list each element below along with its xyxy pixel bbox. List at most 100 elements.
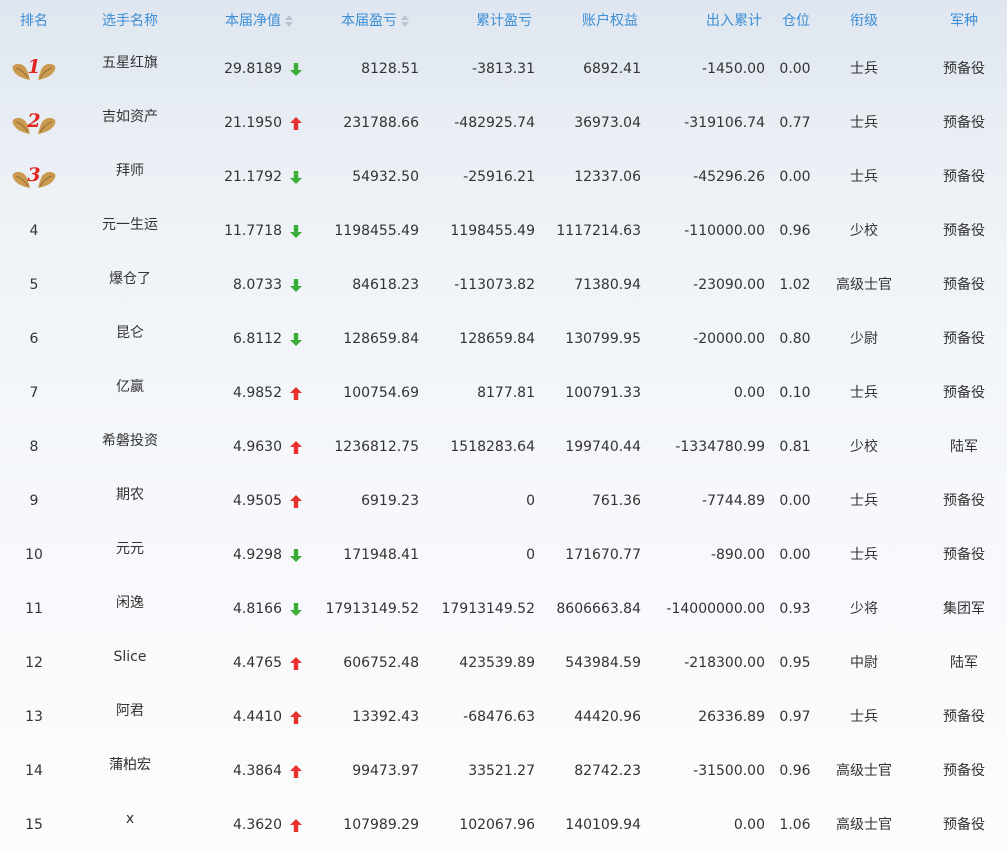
table-row[interactable]: 12 Slice 4.4765 606752.48 423539.89 5439… — [0, 636, 1007, 690]
player-name[interactable]: 亿赢 — [80, 366, 180, 420]
player-name[interactable]: 希磐投资 — [80, 420, 180, 474]
table-row[interactable]: 7 亿赢 4.9852 100754.69 8177.81 100791.33 … — [0, 366, 1007, 420]
cum-pnl-value: 423539.89 — [459, 655, 535, 671]
player-name[interactable]: 蒲柏宏 — [80, 744, 180, 798]
medal-wings-icon: 1 — [11, 53, 57, 83]
cum-pnl-value: 17913149.52 — [441, 601, 535, 617]
player-name[interactable]: 元元 — [80, 528, 180, 582]
header-nav[interactable]: 本届净值 — [225, 0, 293, 42]
inout-value: -319106.74 — [684, 115, 765, 131]
position-value: 1.02 — [779, 277, 811, 293]
header-position[interactable]: 仓位 — [782, 0, 810, 42]
inout-value: -110000.00 — [684, 223, 765, 239]
cum-pnl-value: -68476.63 — [463, 709, 535, 725]
rank-number: 14 — [25, 763, 43, 779]
cum-pnl-value: 0 — [526, 493, 535, 509]
player-name[interactable]: x — [80, 798, 180, 852]
ranking-table: 排名 选手名称 本届净值 本届盈亏 累计盈亏 账户权益 出入累计 仓位 衔级 军… — [0, 0, 1007, 852]
grade-value: 士兵 — [850, 385, 878, 401]
position-value: 0.00 — [779, 61, 811, 77]
player-name[interactable]: 五星红旗 — [80, 42, 180, 96]
equity-value: 82742.23 — [574, 763, 641, 779]
player-name[interactable]: 吉如资产 — [80, 96, 180, 150]
player-name[interactable]: Slice — [80, 636, 180, 690]
position-value: 0.77 — [779, 115, 811, 131]
table-row[interactable]: 9 期农 4.9505 6919.23 0 761.36 -7744.89 0.… — [0, 474, 1007, 528]
branch-value: 预备役 — [943, 709, 985, 725]
rank-number: 11 — [25, 601, 43, 617]
nav-value: 6.8112 — [233, 331, 282, 347]
header-nav-label: 本届净值 — [225, 13, 281, 29]
table-row[interactable]: 3 拜师 21.1792 54932.50 -25916.21 12337.06… — [0, 150, 1007, 204]
cum-pnl-value: 1198455.49 — [450, 223, 535, 239]
table-row[interactable]: 4 元一生运 11.7718 1198455.49 1198455.49 111… — [0, 204, 1007, 258]
player-name[interactable]: 期农 — [80, 474, 180, 528]
table-row[interactable]: 5 爆仓了 8.0733 84618.23 -113073.82 71380.9… — [0, 258, 1007, 312]
branch-value: 陆军 — [950, 439, 978, 455]
player-name[interactable]: 拜师 — [80, 150, 180, 204]
cum-pnl-value: -25916.21 — [463, 169, 535, 185]
player-name[interactable]: 阿君 — [80, 690, 180, 744]
table-row[interactable]: 6 昆仑 6.8112 128659.84 128659.84 130799.9… — [0, 312, 1007, 366]
player-name[interactable]: 爆仓了 — [80, 258, 180, 312]
rank-number: 10 — [25, 547, 43, 563]
inout-value: -218300.00 — [684, 655, 765, 671]
branch-value: 预备役 — [943, 115, 985, 131]
pnl-value: 6919.23 — [361, 493, 419, 509]
nav-value: 4.9298 — [233, 547, 282, 563]
header-name[interactable]: 选手名称 — [102, 0, 158, 42]
nav-value: 21.1950 — [224, 115, 282, 131]
branch-value: 预备役 — [943, 277, 985, 293]
inout-value: -1450.00 — [702, 61, 765, 77]
table-row[interactable]: 2 吉如资产 21.1950 231788.66 -482925.74 3697… — [0, 96, 1007, 150]
header-cum-pnl[interactable]: 累计盈亏 — [476, 0, 532, 42]
equity-value: 1117214.63 — [556, 223, 641, 239]
player-name[interactable]: 闲逸 — [80, 582, 180, 636]
inout-value: 0.00 — [733, 817, 765, 833]
cum-pnl-value: -113073.82 — [454, 277, 535, 293]
header-rank[interactable]: 排名 — [20, 0, 48, 42]
inout-value: -14000000.00 — [666, 601, 765, 617]
medal-rank-number: 2 — [26, 110, 40, 132]
header-branch[interactable]: 军种 — [950, 0, 978, 42]
table-row[interactable]: 10 元元 4.9298 171948.41 0 171670.77 -890.… — [0, 528, 1007, 582]
player-name[interactable]: 昆仑 — [80, 312, 180, 366]
header-inout[interactable]: 出入累计 — [706, 0, 762, 42]
header-grade[interactable]: 衔级 — [850, 0, 878, 42]
header-equity[interactable]: 账户权益 — [582, 0, 638, 42]
inout-value: -23090.00 — [693, 277, 765, 293]
table-row[interactable]: 11 闲逸 4.8166 17913149.52 17913149.52 860… — [0, 582, 1007, 636]
position-value: 0.81 — [779, 439, 811, 455]
grade-value: 高级士官 — [836, 817, 892, 833]
nav-value: 4.8166 — [233, 601, 282, 617]
cum-pnl-value: 102067.96 — [459, 817, 535, 833]
player-name[interactable]: 元一生运 — [80, 204, 180, 258]
medal-wings-icon: 3 — [11, 161, 57, 191]
equity-value: 100791.33 — [565, 385, 641, 401]
nav-value: 29.8189 — [224, 61, 282, 77]
table-row[interactable]: 8 希磐投资 4.9630 1236812.75 1518283.64 1997… — [0, 420, 1007, 474]
inout-value: -20000.00 — [693, 331, 765, 347]
position-value: 0.95 — [779, 655, 811, 671]
branch-value: 预备役 — [943, 223, 985, 239]
nav-value: 4.3620 — [233, 817, 282, 833]
rank-number: 8 — [29, 439, 39, 455]
branch-value: 预备役 — [943, 547, 985, 563]
table-row[interactable]: 14 蒲柏宏 4.3864 99473.97 33521.27 82742.23… — [0, 744, 1007, 798]
equity-value: 71380.94 — [574, 277, 641, 293]
position-value: 0.10 — [779, 385, 811, 401]
table-row[interactable]: 13 阿君 4.4410 13392.43 -68476.63 44420.96… — [0, 690, 1007, 744]
equity-value: 36973.04 — [574, 115, 641, 131]
equity-value: 171670.77 — [565, 547, 641, 563]
header-pnl[interactable]: 本届盈亏 — [341, 0, 409, 42]
pnl-value: 17913149.52 — [325, 601, 419, 617]
rank-number: 15 — [25, 817, 43, 833]
branch-value: 预备役 — [943, 493, 985, 509]
table-row[interactable]: 1 五星红旗 29.8189 8128.51 -3813.31 6892.41 … — [0, 42, 1007, 96]
cum-pnl-value: -3813.31 — [472, 61, 535, 77]
rank-number: 4 — [29, 223, 39, 239]
pnl-value: 84618.23 — [352, 277, 419, 293]
grade-value: 士兵 — [850, 709, 878, 725]
pnl-value: 171948.41 — [343, 547, 419, 563]
table-row[interactable]: 15 x 4.3620 107989.29 102067.96 140109.9… — [0, 798, 1007, 852]
